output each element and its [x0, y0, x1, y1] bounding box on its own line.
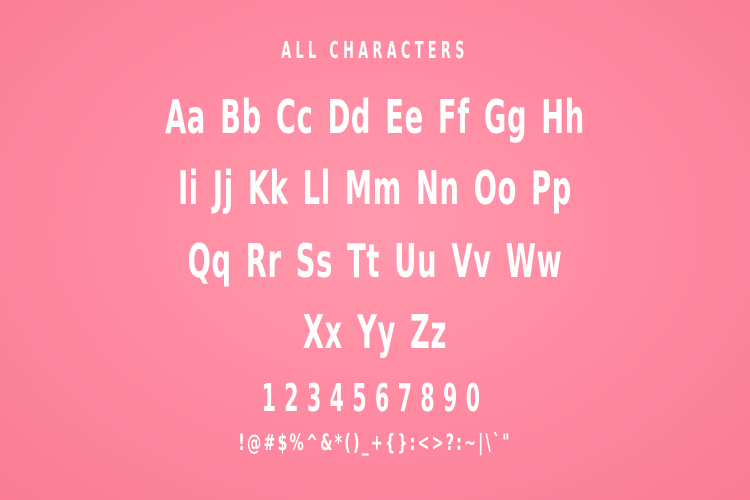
symbols-row: !@#$%^&*()_+{}:<>?:~|\`" [238, 431, 512, 456]
alphabet-row-2: Ii Jj Kk Ll Mm Nn Oo Pp [177, 161, 573, 215]
specimen-heading: ALL CHARACTERS [281, 38, 469, 64]
alphabet-row-4: Xx Yy Zz [302, 305, 448, 359]
alphabet-row-3: Qq Rr Ss Tt Uu Vv Ww [187, 234, 563, 288]
digits-row: 1234567890 [261, 376, 489, 420]
alphabet-row-1: Aa Bb Cc Dd Ee Ff Gg Hh [165, 90, 585, 144]
font-specimen-canvas: ALL CHARACTERS Aa Bb Cc Dd Ee Ff Gg Hh I… [0, 0, 750, 500]
